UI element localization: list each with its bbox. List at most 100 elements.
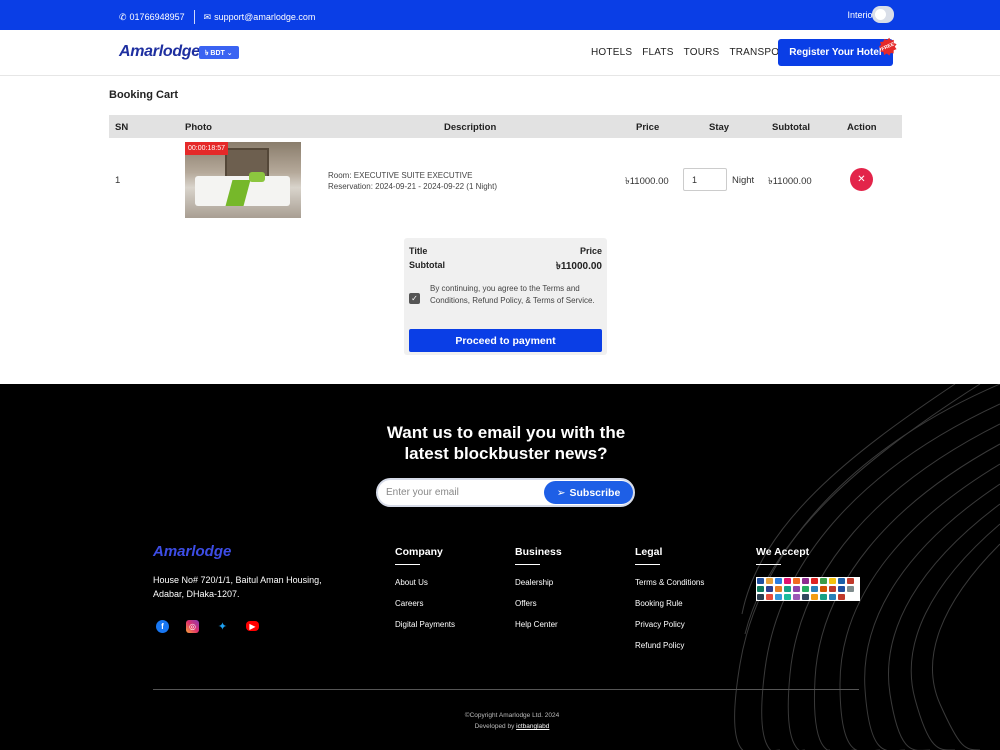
check-icon: ✓: [411, 294, 418, 303]
footer-column-we-accept: We Accept: [756, 546, 809, 578]
chevron-down-icon: ⌄: [226, 49, 233, 57]
main-nav: Amarlodge ৳ BDT ⌄ HOTELS FLATS TOURS TRA…: [0, 30, 1000, 76]
summary-price-label: Price: [579, 246, 602, 256]
card-bank-icon: [757, 586, 764, 592]
phone-link[interactable]: ✆ 01766948957: [119, 12, 185, 23]
card-bank-icon: [838, 594, 845, 600]
logo[interactable]: Amarlodge: [119, 43, 200, 61]
card-visa-icon: [757, 578, 764, 584]
mail-icon: ✉: [203, 11, 212, 22]
column-header: SN: [115, 122, 129, 133]
summary-subtotal-label: Subtotal: [409, 260, 445, 270]
column-header: Price: [636, 122, 660, 133]
footer-link[interactable]: Help Center: [515, 620, 562, 629]
proceed-to-payment-button[interactable]: Proceed to payment: [409, 329, 602, 352]
contact-info: ✆ 01766948957 ✉ support@amarlodge.com: [119, 10, 315, 24]
developer-link[interactable]: ictbanglabd: [516, 723, 549, 730]
interior-toggle[interactable]: [872, 6, 894, 23]
column-header: Stay: [709, 122, 730, 133]
card-nagad-icon: [793, 578, 800, 584]
footer-divider: [153, 689, 859, 690]
room-description: Room: EXECUTIVE SUITE EXECUTIVE Reservat…: [328, 171, 497, 191]
page-title: Booking Cart: [109, 89, 179, 101]
card-bank-icon: [802, 594, 809, 600]
copyright: ©Copyright Amarlodge Ltd. 2024 Developed…: [464, 712, 560, 730]
stay-quantity-input[interactable]: 1: [683, 168, 727, 191]
instagram-icon[interactable]: ◎: [186, 620, 199, 633]
youtube-icon[interactable]: ▶: [246, 621, 259, 631]
footer-link[interactable]: Terms & Conditions: [635, 578, 704, 587]
column-header: Action: [847, 122, 877, 133]
footer-column-company: Company About Us Careers Digital Payment…: [395, 546, 456, 629]
card-mastercard-icon: [766, 578, 773, 584]
card-bank-icon: [847, 586, 854, 592]
newsletter-heading: Want us to email you with the latest blo…: [386, 423, 626, 463]
nav-item-hotels[interactable]: HOTELS: [591, 47, 632, 58]
card-bank-icon: [820, 594, 827, 600]
payment-methods: [756, 577, 860, 601]
footer-address: House No# 720/1/1, Baitul Aman Housing, …: [153, 575, 322, 599]
register-hotel-button[interactable]: Register Your Hotel: [778, 39, 893, 66]
card-bank-icon: [766, 594, 773, 600]
footer-link[interactable]: Careers: [395, 599, 455, 608]
column-header: Description: [444, 122, 497, 133]
nav-item-tours[interactable]: TOURS: [684, 47, 720, 58]
column-header: Photo: [185, 122, 212, 133]
footer-link[interactable]: Privacy Policy: [635, 620, 704, 629]
cart-table-header: SN Photo Description Price Stay Subtotal…: [109, 115, 902, 138]
countdown-timer: 00:00:18:57: [185, 142, 228, 155]
summary-title-label: Title: [409, 246, 428, 256]
card-bkash-icon: [784, 578, 791, 584]
email-link[interactable]: ✉ support@amarlodge.com: [204, 12, 316, 23]
close-icon: ✕: [857, 174, 866, 185]
terms-text: By continuing, you agree to the Terms an…: [430, 284, 595, 305]
card-bank-icon: [793, 586, 800, 592]
footer-link[interactable]: Dealership: [515, 578, 562, 587]
card-upay-icon: [811, 578, 818, 584]
twitter-icon[interactable]: ✦: [216, 620, 229, 633]
top-bar: ✆ 01766948957 ✉ support@amarlodge.com Inte…: [0, 0, 1000, 30]
card-bank-icon: [757, 594, 764, 600]
card-rocket-icon: [802, 578, 809, 584]
nav-item-flats[interactable]: FLATS: [642, 47, 673, 58]
send-icon: ➢: [556, 486, 566, 499]
footer-logo[interactable]: Amarlodge: [153, 543, 231, 560]
card-bank-icon: [811, 586, 818, 592]
card-bank-icon: [820, 586, 827, 592]
facebook-icon[interactable]: f: [156, 620, 169, 633]
phone-icon: ✆: [119, 11, 127, 22]
footer-link[interactable]: Digital Payments: [395, 620, 455, 629]
remove-item-button[interactable]: ✕: [850, 168, 873, 191]
footer-link[interactable]: Booking Rule: [635, 599, 704, 608]
table-row: 1 00:00:18:57 Room: EXECUTIVE SUITE EXEC…: [109, 138, 902, 223]
card-bank-icon: [775, 586, 782, 592]
terms-checkbox[interactable]: ✓: [409, 293, 420, 304]
footer: Want us to email you with the latest blo…: [0, 384, 1000, 750]
card-bank-icon: [775, 594, 782, 600]
order-summary: Title Price Subtotal ৳11000.00 ✓ By cont…: [404, 238, 607, 355]
room-photo: 00:00:18:57: [185, 142, 301, 218]
card-bank-icon: [847, 578, 854, 584]
card-bank-icon: [820, 578, 827, 584]
card-bank-icon: [838, 578, 845, 584]
footer-link[interactable]: Offers: [515, 599, 562, 608]
row-sn: 1: [115, 175, 121, 186]
card-bank-icon: [829, 578, 836, 584]
card-bank-icon: [829, 594, 836, 600]
card-amex-icon: [775, 578, 782, 584]
email-input[interactable]: Enter your email: [386, 487, 459, 498]
footer-column-legal: Legal Terms & Conditions Booking Rule Pr…: [635, 546, 705, 650]
currency-select[interactable]: ৳ BDT ⌄: [199, 46, 239, 59]
row-subtotal: ৳11000.00: [768, 176, 812, 187]
nav-menu: HOTELS FLATS TOURS TRANSPORTS: [591, 47, 800, 58]
footer-link[interactable]: Refund Policy: [635, 641, 704, 650]
subscribe-button[interactable]: ➢ Subscribe: [544, 481, 633, 504]
card-bank-icon: [811, 594, 818, 600]
card-bank-icon: [802, 586, 809, 592]
summary-subtotal-value: ৳11000.00: [555, 261, 602, 272]
footer-link[interactable]: About Us: [395, 578, 455, 587]
card-bank-icon: [784, 594, 791, 600]
card-bank-icon: [829, 586, 836, 592]
stay-unit: Night: [732, 175, 755, 186]
footer-column-business: Business Dealership Offers Help Center: [515, 546, 562, 629]
